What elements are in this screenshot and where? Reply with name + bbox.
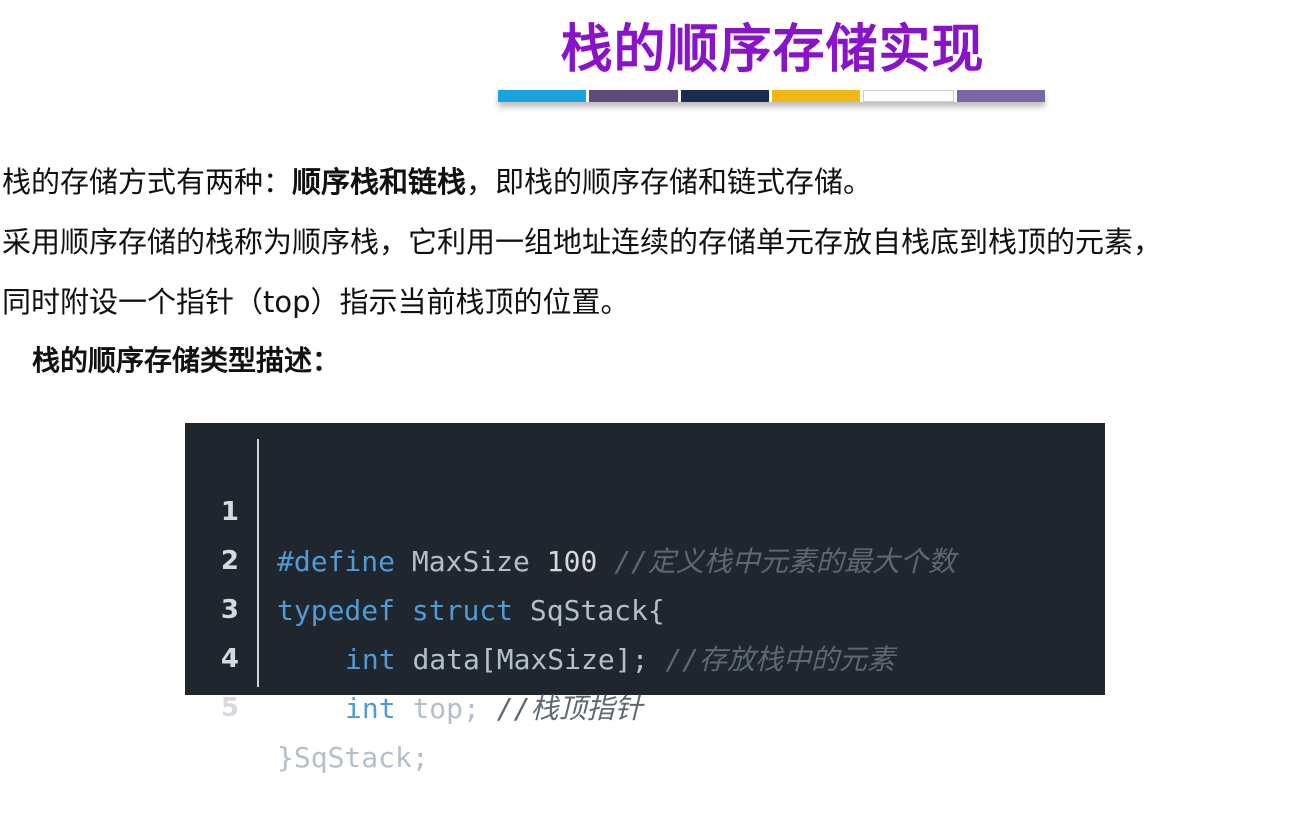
code-line: 2 typedef struct SqStack{ [185,488,1105,627]
title-bar-segment [680,90,769,102]
paragraph-top-pointer: 同时附设一个指针（top）指示当前栈顶的位置。 [2,285,630,319]
code-line: 1 #define MaxSize 100 //定义栈中元素的最大个数 [185,439,1105,578]
code-line: 3 int data[MaxSize]; //存放栈中的元素 [185,537,1105,676]
code-comment: //栈顶指针 [496,692,643,725]
section-subheading: 栈的顺序存储类型描述： [32,344,341,377]
title-decor-bar [498,90,1045,102]
paragraph-sequential-stack: 采用顺序存储的栈称为顺序栈，它利用一组地址连续的存储单元存放自栈底到栈顶的元素， [2,225,1163,259]
code-text: }SqStack; [277,733,429,782]
code-identifier: top; [412,692,480,725]
title-bar-segment [589,90,678,102]
code-line: 4 int top; //栈顶指针 [185,586,1105,725]
title-bar-segment [956,90,1045,102]
code-identifier: }SqStack; [277,741,429,774]
code-keyword: int [345,692,396,725]
title-bar-segment [771,90,861,102]
paragraph-bold-text: 顺序栈和链栈 [292,165,467,199]
paragraph-storage-types: 栈的存储方式有两种：顺序栈和链栈，即栈的顺序存储和链式存储。 [2,162,872,202]
title-bar-segment [498,90,587,102]
code-line: 5 }SqStack; [185,635,1105,774]
slide-title: 栈的顺序存储实现 [560,20,985,80]
paragraph-text: 栈的存储方式有两种： [2,165,293,199]
paragraph-text: ，即栈的顺序存储和链式存储。 [466,165,873,199]
line-number: 5 [220,693,239,723]
code-block: 1 #define MaxSize 100 //定义栈中元素的最大个数 2 ty… [185,423,1105,774]
code-text: int top; //栈顶指针 [277,684,642,733]
title-bar-segment [863,90,954,102]
